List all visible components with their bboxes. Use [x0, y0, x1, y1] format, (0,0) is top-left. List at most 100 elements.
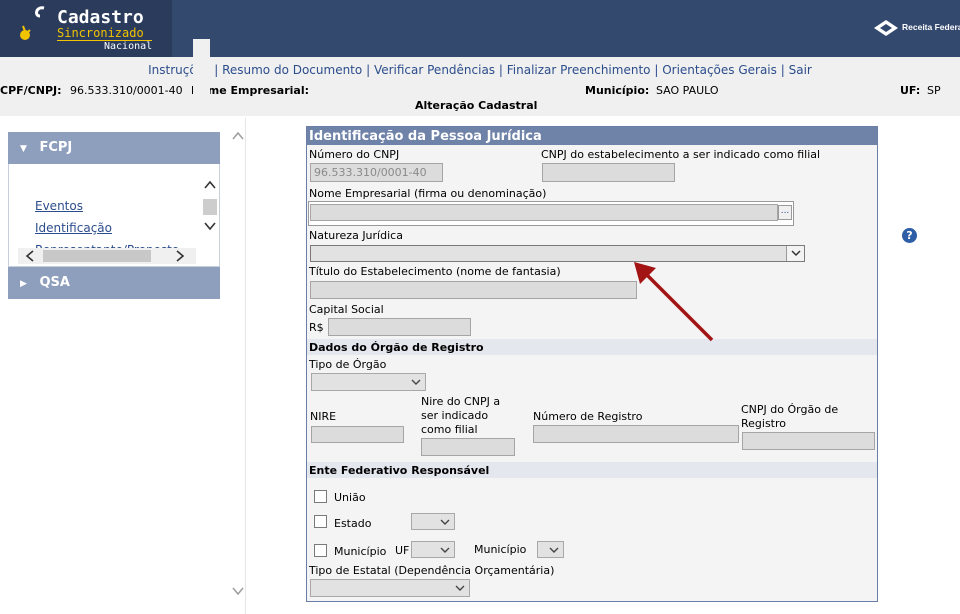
sidebar: ▼ FCPJ Eventos Identificação Representan…: [8, 132, 220, 299]
municipio-select-label: Município: [474, 543, 527, 556]
cnpj-orgao-field[interactable]: [742, 432, 875, 450]
municipio-value: SAO PAULO: [656, 84, 719, 97]
municipio-label: Município: [334, 545, 387, 558]
chevron-down-icon: [549, 547, 559, 553]
app-title: Cadastro: [57, 7, 144, 28]
uf-label: UF:: [900, 84, 921, 97]
app-scope: Nacional: [104, 41, 153, 52]
scroll-up-icon[interactable]: [231, 130, 245, 142]
chevron-down-icon: [791, 250, 801, 257]
estado-label: Estado: [334, 517, 372, 530]
lookup-button[interactable]: ...: [778, 205, 792, 220]
scrollbar-thumb[interactable]: [43, 250, 151, 262]
operation-title: Alteração Cadastral: [415, 99, 538, 112]
natureza-juridica-label: Natureza Jurídica: [309, 229, 403, 242]
app-header: Cadastro Sincronizado Nacional Receita F…: [0, 0, 960, 57]
nome-empresarial-field[interactable]: [310, 204, 778, 221]
chevron-down-icon: [440, 547, 450, 553]
numero-registro-label: Número de Registro: [533, 410, 643, 423]
nav-separator: |: [780, 63, 785, 77]
tipo-estatal-label: Tipo de Estatal (Dependência Orçamentári…: [309, 564, 555, 577]
natureza-juridica-select[interactable]: [310, 245, 805, 262]
cnpj-orgao-label-line1: CNPJ do Órgão de: [741, 403, 839, 416]
scroll-left-icon[interactable]: [24, 249, 36, 263]
scroll-down-icon[interactable]: [203, 220, 217, 232]
nav-resumo-documento[interactable]: Resumo do Documento: [222, 63, 362, 77]
uf-select-label: UF: [395, 544, 410, 557]
scroll-down-icon[interactable]: [231, 585, 245, 597]
ente-section-header: Ente Federativo Responsável: [307, 462, 877, 478]
chevron-down-icon: [455, 585, 465, 591]
nire-field[interactable]: [311, 426, 404, 443]
cnpj-number-field[interactable]: 96.533.310/0001-40: [310, 163, 443, 182]
dropdown-button[interactable]: [786, 246, 804, 261]
cnpj-orgao-label-line2: Registro: [741, 417, 787, 430]
nav-finalizar-preenchimento[interactable]: Finalizar Preenchimento: [507, 63, 651, 77]
annotation-arrow: [634, 262, 714, 342]
cnpj-label: CPF/CNPJ:: [0, 84, 62, 97]
nav-orientacoes-gerais[interactable]: Orientações Gerais: [662, 63, 777, 77]
top-nav: Instruções | Resumo do Documento | Verif…: [0, 57, 960, 83]
sidebar-item-identificacao[interactable]: Identificação: [35, 221, 112, 235]
main-vertical-scrollbar[interactable]: [229, 118, 246, 614]
uniao-checkbox[interactable]: [314, 490, 327, 503]
receita-federal-logo: Receita Federal: [872, 18, 960, 38]
document-info-bar: CPF/CNPJ: 96.533.310/0001-40 Nome Empres…: [0, 83, 960, 116]
uf-value: SP: [927, 84, 941, 97]
nav-separator: |: [214, 63, 219, 77]
nire-filial-label-line3: como filial: [421, 423, 478, 436]
sidebar-vertical-scrollbar[interactable]: [193, 39, 210, 105]
municipio-checkbox[interactable]: [314, 544, 327, 557]
nav-separator: |: [366, 63, 371, 77]
capital-social-label: Capital Social: [309, 303, 384, 316]
cnpj-value: 96.533.310/0001-40: [70, 84, 183, 97]
sidebar-item-eventos[interactable]: Eventos: [35, 199, 83, 213]
nav-separator: |: [498, 63, 503, 77]
municipio-label: Município:: [585, 84, 650, 97]
municipio-select[interactable]: [537, 541, 564, 558]
app-subtitle: Sincronizado: [57, 26, 152, 41]
tipo-orgao-select[interactable]: [311, 373, 426, 391]
uf-select[interactable]: [411, 541, 455, 558]
agency-name: Receita Federal: [902, 22, 960, 32]
scrollbar-thumb[interactable]: [203, 199, 217, 215]
currency-label: R$: [309, 321, 324, 334]
uniao-label: União: [334, 491, 366, 504]
chevron-down-icon: [440, 519, 450, 525]
tipo-estatal-select[interactable]: [310, 579, 470, 597]
sidebar-section-label: FCPJ: [39, 140, 73, 155]
cadastro-logo-icon: [20, 6, 45, 40]
titulo-estabelecimento-field[interactable]: [310, 281, 637, 299]
estado-checkbox[interactable]: [314, 515, 327, 528]
registro-section-header: Dados do Órgão de Registro: [307, 339, 877, 355]
nav-verificar-pendencias[interactable]: Verificar Pendências: [374, 63, 495, 77]
tipo-orgao-label: Tipo de Órgão: [309, 358, 387, 371]
sidebar-section-fcpj[interactable]: ▼ FCPJ: [8, 132, 220, 164]
nire-filial-label-line2: ser indicado: [421, 409, 489, 422]
scroll-up-icon[interactable]: [203, 179, 217, 191]
collapsed-triangle-icon: ▶: [20, 279, 27, 289]
scroll-right-icon[interactable]: [174, 249, 186, 263]
titulo-estabelecimento-label: Título do Estabelecimento (nome de fanta…: [309, 265, 561, 278]
nome-empresarial-label: Nome Empresarial (firma ou denominação): [309, 187, 547, 200]
numero-registro-field[interactable]: [533, 425, 739, 443]
nav-sair[interactable]: Sair: [789, 63, 812, 77]
sidebar-section-label: QSA: [39, 275, 70, 290]
sidebar-section-qsa[interactable]: ▶ QSA: [8, 267, 220, 299]
chevron-down-icon: [411, 379, 421, 385]
expanded-triangle-icon: ▼: [20, 144, 27, 154]
filial-cnpj-label: CNPJ do estabelecimento a ser indicado c…: [541, 148, 821, 161]
form-title: Identificação da Pessoa Jurídica: [307, 127, 877, 145]
nire-filial-label-line1: Nire do CNPJ a: [421, 395, 501, 408]
help-icon[interactable]: ?: [902, 228, 917, 243]
receita-federal-icon: [874, 20, 898, 36]
capital-social-field[interactable]: [328, 318, 471, 336]
cnpj-number-label: Número do CNPJ: [309, 148, 400, 161]
identificacao-form: Identificação da Pessoa Jurídica Número …: [306, 126, 878, 602]
app-logo: Cadastro Sincronizado Nacional: [0, 0, 172, 57]
estado-select[interactable]: [411, 513, 455, 530]
nire-filial-field[interactable]: [421, 438, 515, 456]
nav-separator: |: [654, 63, 659, 77]
nire-label: NIRE: [310, 410, 337, 423]
filial-cnpj-field[interactable]: [542, 163, 675, 182]
